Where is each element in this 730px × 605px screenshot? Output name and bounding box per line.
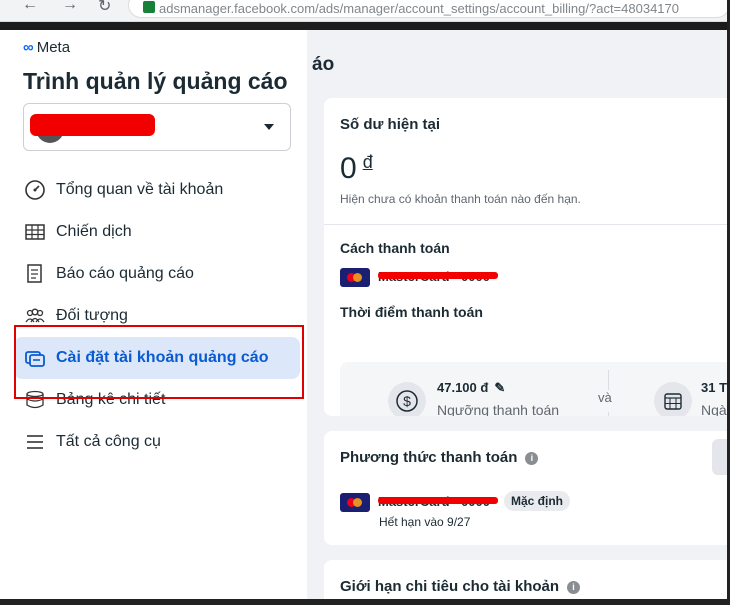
separator-line-bottom bbox=[608, 412, 609, 416]
page-title: áo bbox=[312, 54, 335, 75]
svg-text:$: $ bbox=[403, 393, 411, 409]
browser-toolbar: ← → ↻ adsmanager.facebook.com/ads/manage… bbox=[0, 0, 730, 22]
ads-manager-window: ∞ Meta Trình quản lý quảng cáo Tổng quan… bbox=[0, 30, 727, 599]
payment-threshold-panel: $ 47.100 đ ✎ Ngưỡng thanh toán và 31 T Ng… bbox=[340, 362, 727, 416]
card-divider bbox=[324, 224, 727, 225]
default-badge: Mặc định bbox=[504, 491, 571, 511]
balance-amount: 0đ bbox=[340, 152, 373, 186]
sidebar-item-all-tools[interactable]: Tất cả công cụ bbox=[14, 421, 300, 463]
balance-title: Số dư hiện tại bbox=[340, 116, 441, 133]
card-number-redaction bbox=[378, 272, 498, 279]
info-icon[interactable]: i bbox=[567, 581, 581, 594]
meta-logo-text: Meta bbox=[36, 39, 71, 56]
dollar-icon: $ bbox=[388, 382, 426, 416]
billing-date-value: 31 T bbox=[701, 380, 727, 395]
billing-date-label: Ngà bbox=[701, 402, 727, 416]
sidebar-item-label: Tất cả công cụ bbox=[56, 433, 161, 450]
account-spending-limit-card: Giới hạn chi tiêu cho tài khoản i bbox=[324, 560, 727, 599]
payment-methods-action-button[interactable] bbox=[712, 439, 727, 475]
app-title: Trình quản lý quảng cáo bbox=[23, 68, 288, 94]
balance-note: Hiện chưa có khoản thanh toán nào đến hạ… bbox=[340, 192, 581, 206]
edit-pencil-icon[interactable]: ✎ bbox=[494, 380, 505, 395]
window-edge-bottom bbox=[0, 599, 730, 605]
payment-methods-card: Phương thức thanh toáni MasterCard · 000… bbox=[324, 431, 727, 545]
dashboard-icon bbox=[24, 179, 46, 201]
sidebar: ∞ Meta Trình quản lý quảng cáo Tổng quan… bbox=[0, 30, 307, 599]
payment-methods-title: Phương thức thanh toán i bbox=[340, 449, 539, 466]
meta-logo[interactable]: ∞ Meta bbox=[23, 39, 70, 56]
menu-icon bbox=[24, 431, 46, 453]
forward-icon[interactable]: → bbox=[62, 0, 78, 14]
sidebar-item-label: Chiến dịch bbox=[56, 223, 132, 240]
meta-infinity-icon: ∞ bbox=[23, 39, 34, 56]
threshold-value: 47.100 đ ✎ bbox=[437, 380, 506, 395]
currency-symbol: đ bbox=[362, 152, 373, 172]
audience-icon bbox=[24, 305, 46, 327]
mastercard-icon bbox=[340, 268, 370, 287]
account-selector[interactable] bbox=[23, 103, 291, 151]
payment-method-label: Cách thanh toán bbox=[340, 240, 450, 256]
spending-limit-title: Giới hạn chi tiêu cho tài khoản i bbox=[340, 578, 581, 595]
and-connector: và bbox=[598, 390, 612, 405]
caret-down-icon bbox=[264, 124, 274, 130]
url-text: adsmanager.facebook.com/ads/manager/acco… bbox=[159, 1, 679, 16]
sidebar-item-campaigns[interactable]: Chiến dịch bbox=[14, 211, 300, 253]
card-expiry: Hết hạn vào 9/27 bbox=[379, 515, 471, 529]
separator-line-top bbox=[608, 370, 609, 390]
sidebar-item-label: Tổng quan về tài khoản bbox=[56, 181, 224, 198]
card-number-redaction bbox=[378, 497, 498, 504]
account-name-redaction bbox=[30, 114, 155, 136]
sidebar-nav: Tổng quan về tài khoản Chiến dịch Báo cá… bbox=[14, 169, 300, 463]
info-icon[interactable]: i bbox=[525, 452, 539, 465]
threshold-label: Ngưỡng thanh toán bbox=[437, 402, 560, 416]
sidebar-item-account-overview[interactable]: Tổng quan về tài khoản bbox=[14, 169, 300, 211]
sidebar-item-label: Báo cáo quảng cáo bbox=[56, 265, 194, 282]
address-bar[interactable]: adsmanager.facebook.com/ads/manager/acco… bbox=[128, 0, 730, 18]
balance-value: 0 bbox=[340, 152, 357, 185]
payment-timing-label: Thời điểm thanh toán bbox=[340, 304, 483, 320]
report-icon bbox=[24, 263, 46, 285]
lock-icon bbox=[143, 1, 155, 13]
annotation-highlight-box bbox=[14, 325, 304, 399]
reload-icon[interactable]: ↻ bbox=[98, 0, 111, 16]
mastercard-icon bbox=[340, 493, 370, 512]
sidebar-item-label: Đối tượng bbox=[56, 307, 128, 324]
back-icon[interactable]: ← bbox=[22, 0, 38, 14]
current-balance-card: Số dư hiện tại 0đ Hiện chưa có khoản tha… bbox=[324, 98, 727, 416]
table-icon bbox=[24, 221, 46, 243]
calendar-icon bbox=[654, 382, 692, 416]
sidebar-item-ads-reporting[interactable]: Báo cáo quảng cáo bbox=[14, 253, 300, 295]
